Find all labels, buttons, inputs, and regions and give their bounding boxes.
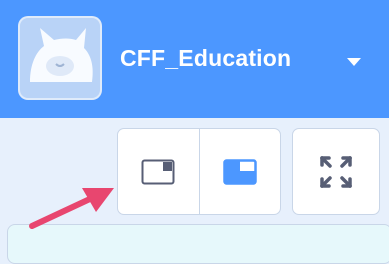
large-stage-button[interactable] <box>198 129 281 214</box>
menu-bar: CFF_Education <box>0 0 389 118</box>
cat-avatar-icon <box>30 28 93 82</box>
small-stage-button[interactable] <box>118 129 199 214</box>
small-stage-layout-icon <box>141 159 175 184</box>
stage-size-toggle <box>117 128 281 215</box>
username-label[interactable]: CFF_Education <box>120 45 291 72</box>
user-avatar[interactable] <box>18 16 102 100</box>
caret-down-icon[interactable] <box>346 57 362 67</box>
large-stage-layout-icon <box>223 158 257 185</box>
stage-area <box>7 224 389 264</box>
fullscreen-icon <box>320 155 352 188</box>
fullscreen-button[interactable] <box>292 128 380 215</box>
